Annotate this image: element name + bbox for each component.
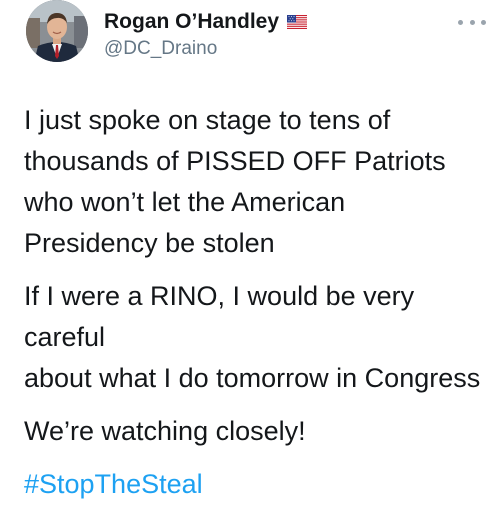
display-name[interactable]: Rogan O’Handley xyxy=(104,10,279,34)
more-dot xyxy=(458,19,463,25)
tweet-paragraph: If I were a RINO, I would be very carefu… xyxy=(24,281,481,393)
author-name-row: Rogan O’Handley xyxy=(104,9,308,35)
tweet-card: Rogan O’Handley @DC_Draino I just spoke … xyxy=(0,0,500,499)
tweet-text: I just spoke on stage to tens of thousan… xyxy=(24,100,494,517)
more-icon[interactable] xyxy=(458,16,486,28)
us-flag-icon xyxy=(287,15,308,29)
hashtag-link[interactable]: #StopTheSteal xyxy=(24,464,494,505)
tweet-paragraph: I just spoke on stage to tens of thousan… xyxy=(24,105,446,258)
avatar[interactable] xyxy=(26,0,88,62)
more-dot xyxy=(481,19,486,25)
more-dot xyxy=(469,19,475,25)
tweet-paragraph: We’re watching closely! xyxy=(24,416,306,446)
author-handle[interactable]: @DC_Draino xyxy=(104,38,217,60)
profile-photo xyxy=(26,0,88,62)
